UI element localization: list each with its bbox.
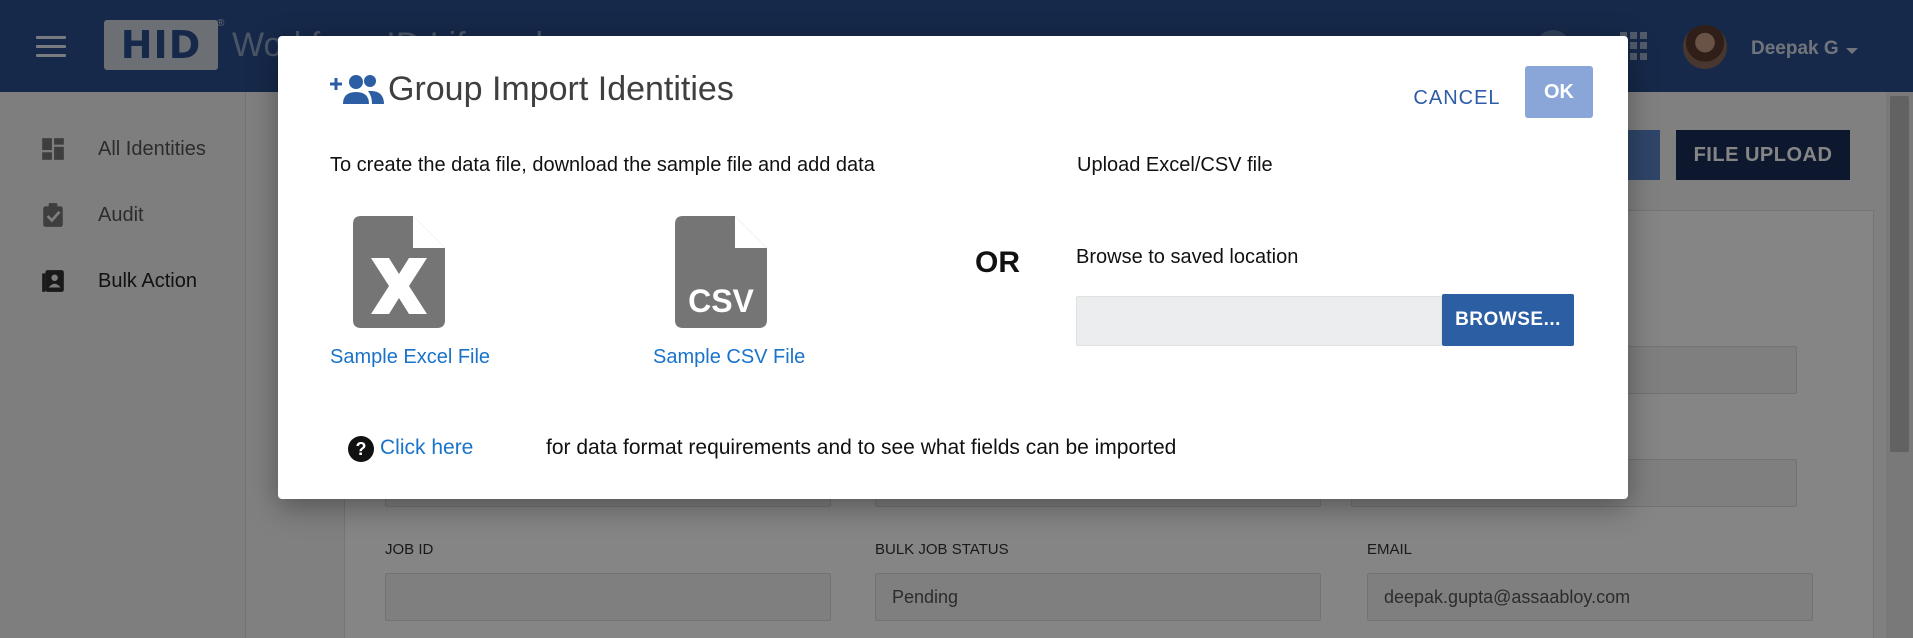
click-here-link[interactable]: Click here — [380, 436, 473, 460]
file-path-input[interactable] — [1076, 296, 1442, 346]
csv-icon-label: CSV — [688, 283, 754, 319]
group-add-icon — [330, 75, 384, 104]
group-import-dialog: Group Import Identities CANCEL OK To cre… — [278, 36, 1628, 499]
csv-file-icon[interactable]: CSV — [675, 216, 767, 328]
upload-title: Upload Excel/CSV file — [1077, 154, 1273, 176]
excel-file-icon[interactable] — [353, 216, 445, 328]
browse-label: Browse to saved location — [1076, 246, 1299, 268]
browse-button[interactable]: BROWSE... — [1442, 294, 1574, 346]
ok-button[interactable]: OK — [1525, 66, 1593, 118]
or-separator: OR — [975, 246, 1020, 279]
download-instructions: To create the data file, download the sa… — [330, 154, 875, 176]
help-icon: ? — [348, 436, 374, 462]
help-text: for data format requirements and to see … — [546, 436, 1177, 459]
cancel-button[interactable]: CANCEL — [1408, 78, 1506, 118]
sample-excel-file-link[interactable]: Sample Excel File — [330, 346, 490, 369]
dialog-title: Group Import Identities — [388, 70, 734, 108]
sample-csv-file-link[interactable]: Sample CSV File — [653, 346, 805, 369]
